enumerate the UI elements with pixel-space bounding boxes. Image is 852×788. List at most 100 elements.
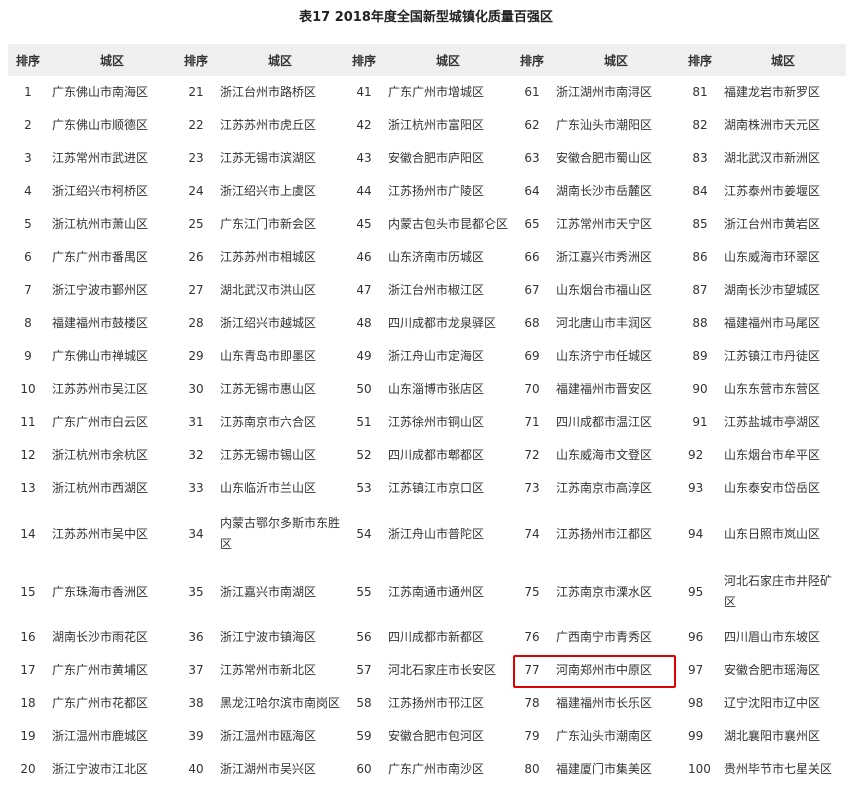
district-cell: 浙江杭州市萧山区 — [52, 217, 149, 231]
rank-cell: 98 — [688, 696, 704, 710]
district-cell: 山东日照市岚山区 — [724, 526, 821, 541]
rank-cell: 72 — [524, 448, 540, 462]
table-header-row: 排序 城区 排序 城区 排序 城区 排序 城区 排序 城区 — [8, 44, 846, 76]
district-cell: 广东佛山市南海区 — [52, 85, 149, 99]
district-cell: 贵州毕节市七星关区 — [724, 762, 833, 776]
district-cell: 内蒙古包头市昆都仑区 — [388, 217, 509, 231]
district-cell: 山东威海市环翠区 — [724, 250, 821, 264]
rank-cell: 87 — [692, 283, 708, 297]
table-row: 14 江苏苏州市吴中区 34 内蒙古鄂尔多斯市东胜区 54 浙江舟山市普陀区 74 江苏扬州市… — [8, 505, 846, 563]
rank-cell: 59 — [356, 729, 372, 743]
district-cell: 湖北武汉市洪山区 — [220, 283, 317, 297]
district-cell: 江苏扬州市广陵区 — [388, 184, 485, 198]
rank-cell: 81 — [692, 85, 708, 99]
district-cell: 广东广州市黄埔区 — [52, 663, 149, 677]
district-cell: 福建福州市马尾区 — [724, 316, 821, 330]
rank-cell: 1 — [24, 85, 32, 99]
rank-cell: 64 — [524, 184, 540, 198]
rank-cell: 44 — [356, 184, 372, 198]
rank-cell: 78 — [524, 696, 540, 710]
district-cell: 浙江宁波市镇海区 — [220, 630, 317, 644]
district-cell: 山东东营市东营区 — [724, 382, 821, 396]
district-cell: 江苏南京市高淳区 — [556, 481, 653, 495]
rank-cell: 42 — [356, 118, 372, 132]
table-row: 5 浙江杭州市萧山区 25 广东江门市新会区 45 内蒙古包头市昆都仑区 65 江苏常州市天宁… — [8, 208, 846, 241]
rank-cell: 29 — [188, 349, 204, 363]
header-cell: 城区 — [216, 44, 344, 76]
table-row: 12 浙江杭州市余杭区 32 江苏无锡市锡山区 52 四川成都市郫都区 72 山东威海市文登区… — [8, 439, 846, 472]
rank-cell: 99 — [688, 729, 704, 743]
district-cell: 山东烟台市福山区 — [556, 283, 653, 297]
rank-cell: 12 — [20, 448, 36, 462]
district-cell: 江苏泰州市姜堰区 — [724, 184, 821, 198]
table-row: 4 浙江绍兴市柯桥区 24 浙江绍兴市上虞区 44 江苏扬州市广陵区 64 湖南长沙市岳麓区 8… — [8, 175, 846, 208]
ranking-table: 排序 城区 排序 城区 排序 城区 排序 城区 排序 城区 1 广东佛山市南海区 2… — [8, 44, 846, 786]
rank-cell: 94 — [688, 526, 704, 541]
rank-cell: 47 — [356, 283, 372, 297]
rank-cell: 11 — [20, 415, 36, 429]
district-cell: 浙江绍兴市柯桥区 — [52, 184, 149, 198]
district-cell: 浙江杭州市余杭区 — [52, 448, 149, 462]
rank-cell: 58 — [356, 696, 372, 710]
district-cell: 山东威海市文登区 — [556, 448, 653, 462]
district-cell: 湖南长沙市岳麓区 — [556, 184, 653, 198]
district-cell: 福建福州市晋安区 — [556, 382, 653, 396]
district-cell: 福建龙岩市新罗区 — [724, 85, 821, 99]
rank-cell: 89 — [692, 349, 708, 363]
district-cell: 浙江温州市瓯海区 — [220, 729, 317, 743]
district-cell: 安徽合肥市庐阳区 — [388, 151, 485, 165]
rank-cell: 97 — [688, 663, 704, 677]
table-row: 6 广东广州市番禺区 26 江苏苏州市相城区 46 山东济南市历城区 66 浙江嘉兴市秀洲区 8… — [8, 241, 846, 274]
table-row: 18 广东广州市花都区 38 黑龙江哈尔滨市南岗区 58 江苏扬州市邗江区 78 福建福州市长… — [8, 687, 846, 720]
rank-cell: 16 — [20, 630, 36, 644]
rank-cell: 88 — [692, 316, 708, 330]
header-cell: 城区 — [48, 44, 176, 76]
district-cell: 广东广州市花都区 — [52, 696, 149, 710]
rank-cell: 43 — [356, 151, 372, 165]
district-cell: 四川成都市龙泉驿区 — [388, 316, 497, 330]
rank-cell: 23 — [188, 151, 204, 165]
district-cell: 山东青岛市即墨区 — [220, 349, 317, 363]
district-cell: 广东江门市新会区 — [220, 217, 317, 231]
rank-cell: 84 — [692, 184, 708, 198]
rank-cell: 86 — [692, 250, 708, 264]
district-cell: 河南郑州市中原区 — [556, 663, 653, 677]
district-cell: 江苏扬州市江都区 — [556, 526, 653, 541]
header-cell: 城区 — [384, 44, 512, 76]
district-cell: 广东佛山市顺德区 — [52, 118, 149, 132]
rank-cell: 48 — [356, 316, 372, 330]
rank-cell: 7 — [24, 283, 32, 297]
district-cell: 江苏镇江市京口区 — [388, 481, 485, 495]
district-cell: 山东临沂市兰山区 — [220, 481, 317, 495]
table-body: 1 广东佛山市南海区 21 浙江台州市路桥区 41 广东广州市增城区 61 浙江湖州市南浔区 8… — [8, 76, 846, 786]
rank-cell: 24 — [188, 184, 204, 198]
district-cell: 安徽合肥市瑶海区 — [724, 663, 821, 677]
rank-cell: 15 — [20, 584, 36, 599]
district-cell: 江苏无锡市锡山区 — [220, 448, 317, 462]
rank-cell: 17 — [20, 663, 36, 677]
district-cell: 广东珠海市香洲区 — [52, 584, 149, 599]
rank-cell: 52 — [356, 448, 372, 462]
district-cell: 河北石家庄市长安区 — [388, 663, 497, 677]
table-row: 3 江苏常州市武进区 23 江苏无锡市滨湖区 43 安徽合肥市庐阳区 63 安徽合肥市蜀山区 8… — [8, 142, 846, 175]
district-cell: 山东烟台市牟平区 — [724, 448, 821, 462]
district-cell: 广东广州市白云区 — [52, 415, 149, 429]
rank-cell: 31 — [188, 415, 204, 429]
district-cell: 广东汕头市潮阳区 — [556, 118, 653, 132]
district-cell: 广东广州市番禺区 — [52, 250, 149, 264]
district-cell: 四川眉山市东坡区 — [724, 630, 821, 644]
district-cell: 湖南株洲市天元区 — [724, 118, 821, 132]
rank-cell: 18 — [20, 696, 36, 710]
rank-cell: 75 — [524, 584, 540, 599]
rank-cell: 82 — [692, 118, 708, 132]
table-row: 16 湖南长沙市雨花区 36 浙江宁波市镇海区 56 四川成都市新都区 76 广西南宁市青秀区… — [8, 621, 846, 654]
rank-cell: 20 — [20, 762, 36, 776]
rank-cell: 4 — [24, 184, 32, 198]
district-cell: 浙江宁波市鄞州区 — [52, 283, 149, 297]
header-cell: 城区 — [720, 44, 846, 76]
district-cell: 湖北襄阳市襄州区 — [724, 729, 821, 743]
district-cell: 江苏苏州市虎丘区 — [220, 118, 317, 132]
district-cell: 内蒙古鄂尔多斯市东胜区 — [220, 516, 341, 551]
district-cell: 湖南长沙市雨花区 — [52, 630, 149, 644]
district-cell: 江苏南京市溧水区 — [556, 584, 653, 599]
